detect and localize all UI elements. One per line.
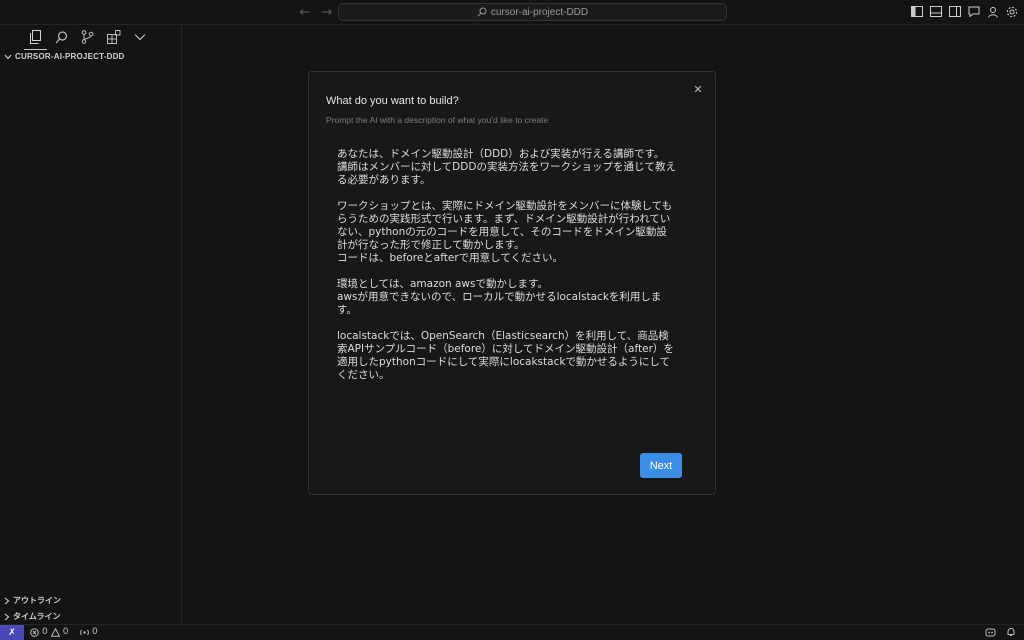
status-right-items <box>985 627 1016 637</box>
prompt-paragraph: 環境としては、amazon awsで動かします。 awsが用意できないので、ロー… <box>337 278 662 316</box>
status-bar: ✗ 0 0 0 <box>0 624 1024 640</box>
copilot-icon[interactable] <box>985 627 996 637</box>
chevron-right-icon <box>4 597 10 604</box>
outline-section-label: アウトライン <box>13 596 61 605</box>
search-icon[interactable] <box>54 29 69 45</box>
arrow-left-icon[interactable]: ← <box>297 4 313 20</box>
next-button[interactable]: Next <box>640 453 682 478</box>
gear-icon[interactable] <box>1005 5 1018 18</box>
ports-count: 0 <box>92 627 98 637</box>
layout-actions <box>910 5 1018 18</box>
files-icon[interactable] <box>24 29 47 50</box>
warning-icon <box>50 627 60 637</box>
title-bar: ← → cursor-ai-project-DDD <box>0 0 1024 25</box>
error-count: 0 <box>42 627 48 637</box>
arrow-right-icon[interactable]: → <box>319 4 335 20</box>
timeline-section-header[interactable]: タイムライン <box>4 611 60 622</box>
bell-icon[interactable] <box>1006 627 1016 637</box>
search-icon <box>477 7 487 17</box>
error-icon <box>30 627 39 637</box>
chevron-down-icon[interactable] <box>132 29 147 45</box>
toggle-panel-icon[interactable] <box>929 5 942 18</box>
build-prompt-dialog: ✕ What do you want to build? Prompt the … <box>308 71 716 495</box>
broadcast-icon <box>80 629 89 635</box>
toggle-primary-sidebar-icon[interactable] <box>910 5 923 18</box>
dialog-subtitle: Prompt the AI with a description of what… <box>326 115 549 125</box>
remote-indicator-icon[interactable]: ✗ <box>0 625 24 640</box>
timeline-section-label: タイムライン <box>13 612 61 621</box>
extensions-icon[interactable] <box>106 29 121 45</box>
warning-count: 0 <box>62 627 69 637</box>
outline-section-header[interactable]: アウトライン <box>4 595 61 606</box>
search-label: cursor-ai-project-DDD <box>490 6 589 18</box>
nav-arrows: ← → <box>297 4 335 20</box>
explorer-folder-title: CURSOR-AI-PROJECT-DDD <box>15 52 125 61</box>
source-control-icon[interactable] <box>80 29 95 45</box>
activity-bar <box>24 29 147 50</box>
ports-status[interactable]: 0 <box>80 627 98 637</box>
feedback-icon[interactable] <box>967 5 980 18</box>
prompt-paragraph: あなたは、ドメイン駆動設計（DDD）および実装が行える講師です。 講師はメンバー… <box>337 148 676 186</box>
toggle-secondary-sidebar-icon[interactable] <box>948 5 961 18</box>
explorer-folder-header[interactable]: CURSOR-AI-PROJECT-DDD <box>4 52 125 61</box>
command-center-search[interactable]: cursor-ai-project-DDD <box>338 3 727 21</box>
prompt-paragraph: localstackでは、OpenSearch（Elasticsearch）を利… <box>337 330 674 381</box>
prompt-textarea[interactable]: あなたは、ドメイン駆動設計（DDD）および実装が行える講師です。 講師はメンバー… <box>337 148 677 395</box>
problems-status[interactable]: 0 0 <box>30 627 68 637</box>
accounts-icon[interactable] <box>986 5 999 18</box>
chevron-right-icon <box>4 613 10 620</box>
prompt-paragraph: ワークショップとは、実際にドメイン駆動設計をメンバーに体験してもらうための実践形… <box>337 200 673 264</box>
primary-sidebar: CURSOR-AI-PROJECT-DDD アウトライン タイムライン <box>0 25 182 624</box>
dialog-title: What do you want to build? <box>326 95 459 107</box>
close-icon[interactable]: ✕ <box>691 82 705 96</box>
chevron-down-icon <box>4 54 12 59</box>
